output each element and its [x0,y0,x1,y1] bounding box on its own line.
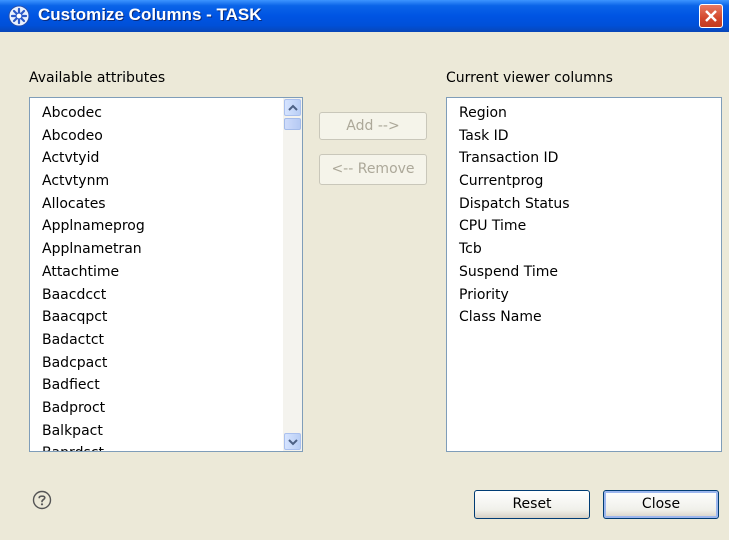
current-columns-label: Current viewer columns [446,70,613,86]
remove-button[interactable]: <-- Remove [319,154,427,185]
list-item[interactable]: Applnametran [30,238,302,261]
list-item[interactable]: Tcb [447,238,721,261]
list-item[interactable]: CPU Time [447,215,721,238]
list-item[interactable]: Applnameprog [30,215,302,238]
list-item[interactable]: Balkpact [30,420,302,443]
list-item[interactable]: Badfiect [30,374,302,397]
close-icon [705,10,717,22]
list-item[interactable]: Baacqpct [30,306,302,329]
list-item[interactable]: Currentprog [447,170,721,193]
window-close-button[interactable] [699,4,723,28]
scroll-thumb[interactable] [284,118,301,130]
scroll-down-button[interactable] [284,433,301,450]
available-attributes-label: Available attributes [29,70,166,86]
current-columns-list[interactable]: Region Task ID Transaction ID Currentpro… [446,97,722,452]
chevron-down-icon [288,439,298,446]
list-item[interactable]: Attachtime [30,261,302,284]
reset-button[interactable]: Reset [474,490,590,519]
chevron-up-icon [288,104,298,111]
list-item[interactable]: Dispatch Status [447,193,721,216]
list-item[interactable]: Transaction ID [447,147,721,170]
window-title: Customize Columns - TASK [38,5,262,24]
gear-icon [8,5,30,27]
list-item[interactable]: Abcodeo [30,125,302,148]
list-item[interactable]: Baacdcct [30,284,302,307]
list-item[interactable]: Badactct [30,329,302,352]
list-item[interactable]: Actvtyid [30,147,302,170]
add-button[interactable]: Add --> [319,112,427,140]
list-item[interactable]: Task ID [447,125,721,148]
list-item[interactable]: Abcodec [30,102,302,125]
available-attributes-list[interactable]: Abcodec Abcodeo Actvtyid Actvtynm Alloca… [29,97,303,452]
vertical-scrollbar[interactable] [283,98,302,451]
list-item[interactable]: Suspend Time [447,261,721,284]
help-icon[interactable] [32,490,52,510]
list-item[interactable]: Badcpact [30,352,302,375]
list-item[interactable]: Actvtynm [30,170,302,193]
list-item[interactable]: Region [447,102,721,125]
list-item[interactable]: Priority [447,284,721,307]
list-item[interactable]: Allocates [30,193,302,216]
close-button[interactable]: Close [603,490,719,519]
list-item[interactable]: Class Name [447,306,721,329]
title-bar[interactable]: Customize Columns - TASK [0,0,729,32]
scroll-up-button[interactable] [284,99,301,116]
list-item[interactable]: Banrdsct [30,442,302,451]
list-item[interactable]: Badproct [30,397,302,420]
